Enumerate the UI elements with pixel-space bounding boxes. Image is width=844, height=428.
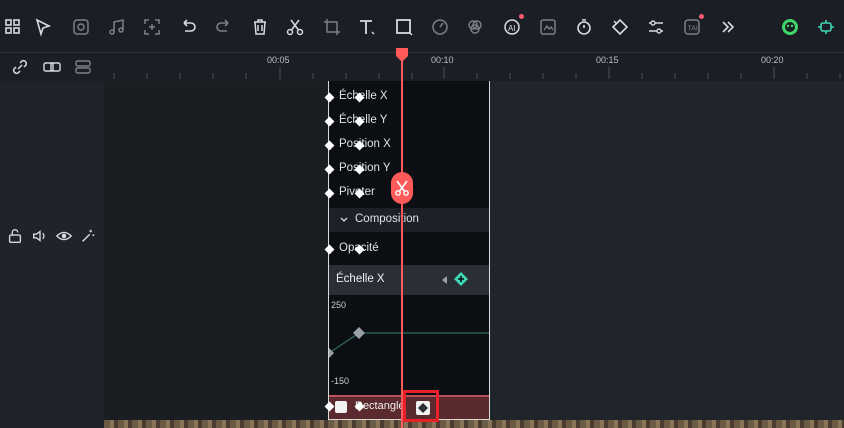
- eye-icon[interactable]: [55, 227, 73, 245]
- scissors-icon: [395, 180, 409, 196]
- avatar-icon[interactable]: [779, 16, 801, 38]
- property-position-x[interactable]: Position X: [339, 138, 391, 150]
- color-icon[interactable]: [464, 16, 486, 38]
- lock-icon[interactable]: [6, 227, 24, 245]
- chevron-down-icon: [340, 217, 348, 222]
- ai-text-icon[interactable]: TAI: [681, 14, 704, 38]
- ai-audio-icon[interactable]: AI: [501, 14, 524, 38]
- composition-label: Composition: [355, 213, 419, 225]
- ruler-time-label: 00:15: [596, 55, 619, 65]
- split-scissors-button[interactable]: [391, 172, 413, 204]
- svg-text:TAI: TAI: [688, 26, 698, 33]
- speed-icon[interactable]: [429, 16, 451, 38]
- keyframe-toggle-button[interactable]: [416, 401, 430, 415]
- audio-icon[interactable]: [106, 16, 128, 38]
- timeline-empty-region: [104, 81, 330, 422]
- prev-keyframe-icon[interactable]: [442, 276, 448, 284]
- magic-icon[interactable]: [79, 227, 97, 245]
- keyframe-panel: Échelle X Échelle Y Position X Position …: [324, 81, 490, 420]
- settings-icon[interactable]: [815, 16, 837, 38]
- speaker-icon[interactable]: [31, 227, 49, 245]
- group-icon[interactable]: [41, 56, 63, 78]
- delete-icon[interactable]: [249, 16, 271, 38]
- curve-keyframe-point: [353, 327, 365, 339]
- keyframe-tag-icon[interactable]: [609, 16, 631, 38]
- ai-image-icon[interactable]: [537, 16, 559, 38]
- grid-icon[interactable]: [2, 16, 24, 38]
- ruler-time-label: 00:20: [761, 55, 784, 65]
- timeline-ruler[interactable]: 00:05 00:10 00:15 00:20: [0, 53, 844, 81]
- curve-header: Échelle X: [329, 265, 489, 295]
- track-icon[interactable]: [72, 56, 94, 78]
- link-icon[interactable]: [9, 56, 31, 78]
- more-icon[interactable]: [717, 16, 739, 38]
- ruler-ticks: [113, 67, 841, 79]
- property-position-y[interactable]: Position Y: [339, 162, 391, 174]
- shape-clip-icon: [335, 401, 347, 413]
- crop-plus-icon[interactable]: [141, 16, 163, 38]
- keyframe-diamond-icon: [418, 403, 428, 413]
- cut-icon[interactable]: [284, 16, 306, 38]
- crop-icon[interactable]: [321, 16, 343, 38]
- ai-sticker-icon[interactable]: [70, 16, 92, 38]
- select-arrow-icon[interactable]: [32, 16, 54, 38]
- undo-icon[interactable]: [177, 16, 199, 38]
- curve-graph[interactable]: [329, 295, 489, 395]
- video-clip-strip[interactable]: [104, 420, 844, 428]
- add-keyframe-icon[interactable]: [454, 272, 468, 286]
- rectangle-icon[interactable]: [393, 16, 415, 38]
- adjust-icon[interactable]: [645, 16, 667, 38]
- top-toolbar: AI TAI: [0, 0, 844, 53]
- track-header: [0, 81, 104, 428]
- curve-title: Échelle X: [336, 273, 385, 285]
- svg-text:AI: AI: [508, 24, 516, 33]
- redo-icon[interactable]: [213, 16, 235, 38]
- composition-section-header[interactable]: Composition: [329, 208, 489, 232]
- playhead-handle[interactable]: [396, 48, 408, 62]
- ruler-time-label: 00:10: [431, 55, 454, 65]
- timer-icon[interactable]: [573, 16, 595, 38]
- playhead-line[interactable]: [401, 53, 403, 428]
- ruler-time-label: 00:05: [267, 55, 290, 65]
- text-icon[interactable]: [356, 16, 378, 38]
